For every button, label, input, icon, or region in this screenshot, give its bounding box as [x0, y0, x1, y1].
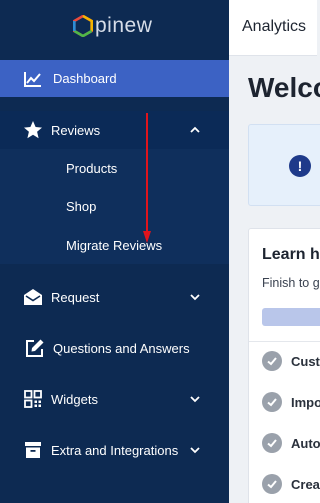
page-title: Analytics: [242, 18, 307, 35]
task-label: Impo: [291, 394, 320, 410]
task-label: Auto: [291, 435, 320, 451]
widgets-icon: [22, 388, 44, 410]
sidebar-item-label: Request: [51, 289, 100, 305]
check-icon: [262, 392, 282, 412]
welcome-heading: Welco: [248, 72, 320, 103]
onboarding-card: Learn h Finish to g Cust Impo Auto Crea: [248, 228, 320, 503]
sidebar-item-reviews[interactable]: Reviews: [0, 111, 229, 149]
card-subtitle: Finish to g: [262, 276, 320, 290]
task-item[interactable]: Cust: [262, 351, 320, 371]
chevron-down-icon: [190, 294, 200, 301]
task-item[interactable]: Crea: [262, 474, 320, 494]
annotation-arrow: [143, 113, 151, 243]
archive-icon: [22, 439, 44, 461]
sidebar-item-widgets[interactable]: Widgets: [0, 380, 229, 418]
divider: [249, 341, 320, 342]
task-label: Crea: [291, 476, 320, 492]
opinew-logo-icon: [73, 15, 93, 37]
task-item[interactable]: Impo: [262, 392, 320, 412]
info-alert: !: [248, 124, 320, 206]
chevron-up-icon: [190, 126, 200, 133]
task-label: Cust: [291, 353, 320, 369]
sidebar-item-label: Dashboard: [53, 71, 117, 86]
sidebar-item-extra-integrations[interactable]: Extra and Integrations: [0, 431, 229, 469]
top-bar: Analytics: [229, 0, 317, 56]
task-item[interactable]: Auto: [262, 433, 320, 453]
sidebar-item-label: Reviews: [51, 122, 101, 138]
sidebar-item-label: Questions and Answers: [53, 340, 190, 356]
check-icon: [262, 351, 282, 371]
sidebar-item-label: Extra and Integrations: [51, 442, 179, 458]
check-icon: [262, 433, 282, 453]
logo[interactable]: pinew: [72, 14, 152, 38]
check-icon: [262, 474, 282, 494]
sidebar-item-questions-answers[interactable]: Questions and Answers: [0, 329, 229, 367]
star-icon: [22, 119, 44, 141]
chevron-down-icon: [190, 396, 200, 403]
sidebar-item-dashboard[interactable]: Dashboard: [0, 60, 229, 97]
card-title: Learn h: [262, 246, 320, 263]
exclamation-icon: !: [289, 155, 311, 177]
sidebar-subitem-shop[interactable]: Shop: [66, 199, 96, 214]
logo-text: pinew: [95, 14, 153, 37]
sidebar-item-request[interactable]: Request: [0, 278, 229, 316]
sidebar: pinew Dashboard Reviews Products Shop Mi…: [0, 0, 229, 503]
edit-icon: [24, 337, 46, 359]
chart-icon: [22, 68, 44, 90]
envelope-icon: [22, 286, 44, 308]
reviews-submenu: Products Shop Migrate Reviews: [0, 149, 229, 264]
progress-bar: [262, 308, 320, 326]
sidebar-item-label: Widgets: [51, 391, 98, 407]
sidebar-subitem-products[interactable]: Products: [66, 161, 117, 176]
chevron-down-icon: [190, 447, 200, 454]
